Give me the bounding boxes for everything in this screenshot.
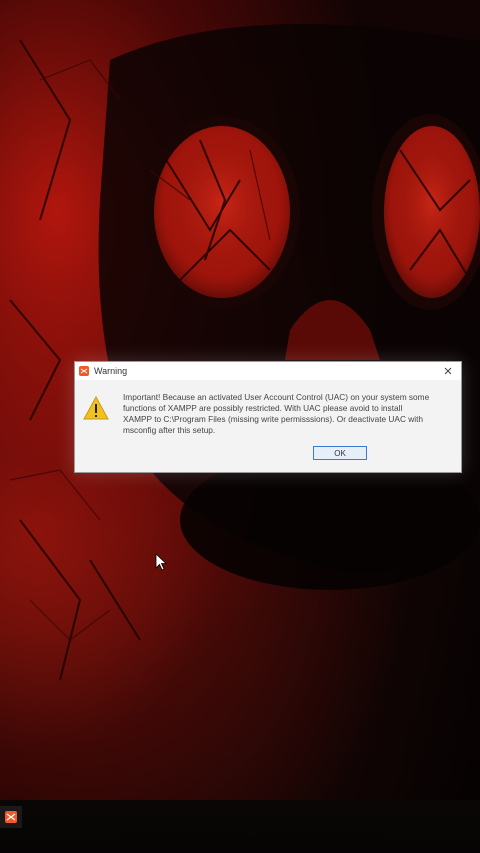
- dialog-title: Warning: [94, 366, 128, 376]
- dialog-titlebar[interactable]: Warning: [75, 362, 461, 380]
- mouse-cursor-icon: [155, 553, 168, 576]
- warning-dialog: Warning Important! Because an activated …: [74, 361, 462, 473]
- ok-button[interactable]: OK: [313, 446, 367, 460]
- dialog-message: Important! Because an activated User Acc…: [123, 392, 430, 435]
- taskbar-xampp-button[interactable]: [0, 806, 22, 828]
- close-button[interactable]: [441, 364, 455, 378]
- xampp-icon: [79, 366, 89, 376]
- taskbar: [0, 800, 480, 853]
- xampp-icon: [5, 811, 17, 823]
- warning-icon: [83, 395, 109, 420]
- desktop: Warning Important! Because an activated …: [0, 0, 480, 853]
- close-icon: [444, 367, 452, 375]
